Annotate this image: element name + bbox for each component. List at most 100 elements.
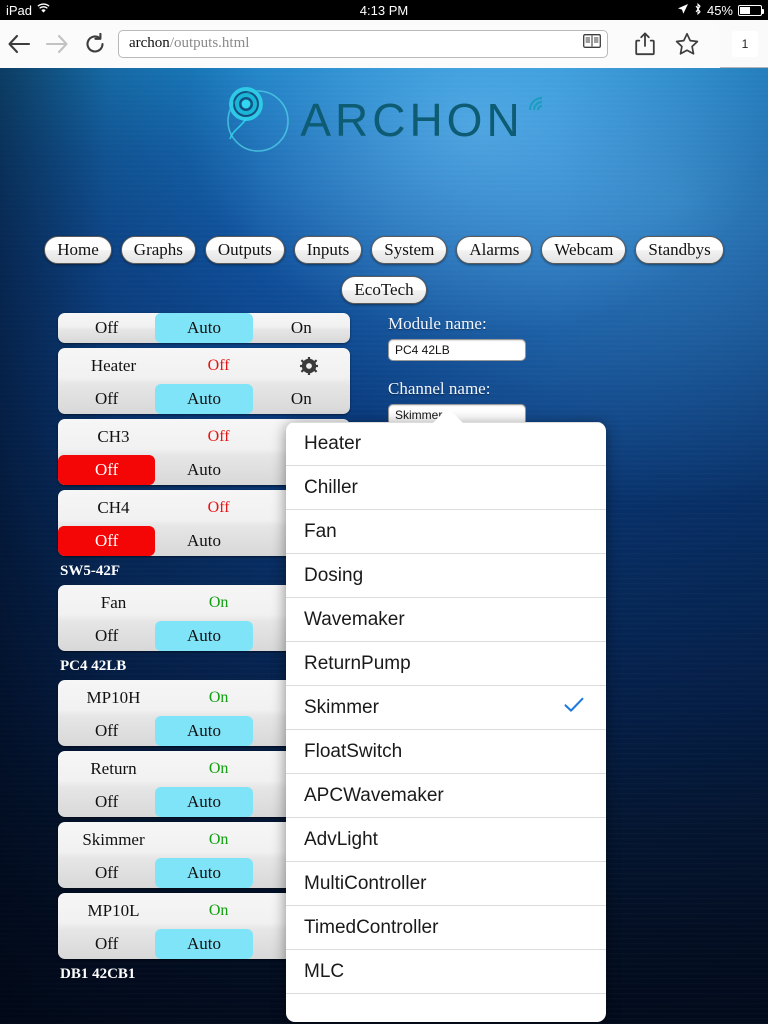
function-option-label: Wavemaker: [304, 608, 405, 630]
web-page-content: ARCHON Home Graphs Outputs Inputs System Alar…: [0, 68, 768, 1024]
bluetooth-icon: [694, 2, 702, 18]
output-mode-off-button[interactable]: Off: [58, 787, 155, 817]
address-bar[interactable]: archon/outputs.html: [118, 29, 608, 58]
module-name-input[interactable]: PC4 42LB: [388, 339, 526, 361]
output-name: CH3: [97, 427, 130, 446]
function-option-label: AdvLight: [304, 828, 378, 850]
output-status-text: Off: [207, 357, 230, 374]
output-mode-off-button[interactable]: Off: [58, 858, 155, 888]
output-name: CH4: [97, 498, 130, 517]
output-name: Fan: [100, 593, 127, 612]
star-icon[interactable]: [666, 24, 708, 64]
output-mode-off-button[interactable]: Off: [58, 621, 155, 651]
output-mode-off-button[interactable]: Off: [58, 716, 155, 746]
share-icon[interactable]: [624, 24, 666, 64]
site-logo-text: ARCHON: [300, 94, 524, 146]
forward-arrow-icon: [38, 25, 76, 63]
site-header: ARCHON: [0, 80, 768, 160]
function-option-advlight[interactable]: AdvLight: [286, 818, 606, 862]
function-option-label: TimedController: [304, 916, 439, 938]
back-arrow-icon[interactable]: [0, 25, 38, 63]
output-status-text: On: [208, 902, 229, 919]
nav-item-outputs[interactable]: Outputs: [204, 236, 285, 265]
output-mode-auto-button[interactable]: Auto: [155, 858, 253, 888]
function-option-label: Dosing: [304, 564, 364, 586]
function-option-label: Heater: [304, 433, 362, 454]
output-card: Off Auto On: [58, 313, 350, 343]
output-mode-auto-button[interactable]: Auto: [155, 455, 252, 485]
output-mode-off-button[interactable]: Off: [58, 384, 155, 414]
output-mode-auto-button[interactable]: Auto: [155, 787, 253, 817]
output-name: Return: [90, 759, 137, 778]
function-option-label: Skimmer: [304, 696, 379, 718]
output-status-text: On: [208, 831, 229, 848]
nav-item-system[interactable]: System: [371, 236, 448, 265]
output-mode-auto-button[interactable]: Auto: [155, 313, 253, 343]
nav-item-alarms[interactable]: Alarms: [456, 236, 533, 265]
output-name: Skimmer: [82, 830, 145, 849]
output-mode-off-button[interactable]: Off: [58, 929, 155, 959]
module-name-label: Module name:: [388, 314, 487, 333]
function-option-dosing[interactable]: Dosing: [286, 554, 606, 598]
gear-icon[interactable]: [268, 357, 350, 375]
output-mode-off-button[interactable]: Off: [58, 455, 156, 485]
function-option-fan[interactable]: Fan: [286, 510, 606, 554]
output-name: MP10L: [87, 901, 140, 920]
archon-logo-icon: [216, 81, 294, 159]
status-bar-right: 45%: [677, 2, 764, 18]
battery-percent-label: 45%: [706, 2, 733, 18]
output-mode-auto-button[interactable]: Auto: [155, 621, 253, 651]
nav-item-webcam[interactable]: Webcam: [541, 236, 627, 265]
function-option-returnpump[interactable]: ReturnPump: [286, 642, 606, 686]
function-options-popover: Heater Chiller Fan Dosing Wavemaker ReturnPum…: [286, 422, 606, 1022]
output-mode-off-button[interactable]: Off: [58, 313, 155, 343]
checkmark-icon: [564, 697, 584, 719]
nav-item-graphs[interactable]: Graphs: [120, 236, 196, 265]
function-option-mlc[interactable]: MLC: [286, 950, 606, 994]
function-option-label: APCWavemaker: [304, 784, 444, 806]
function-option-floatswitch[interactable]: FloatSwitch: [286, 730, 606, 774]
nav-item-ecotech[interactable]: EcoTech: [341, 276, 427, 305]
output-name: MP10H: [86, 688, 141, 707]
output-status-text: Off: [207, 428, 230, 445]
function-option-label: MLC: [304, 960, 345, 982]
reload-icon[interactable]: [76, 25, 114, 63]
nav-item-standbys[interactable]: Standbys: [635, 236, 724, 265]
output-mode-off-button[interactable]: Off: [58, 526, 156, 556]
output-mode-on-button[interactable]: On: [253, 384, 350, 414]
nav-item-home[interactable]: Home: [44, 236, 112, 265]
output-mode-segmented-control: OffAutoOn: [58, 313, 350, 343]
output-mode-auto-button[interactable]: Auto: [155, 526, 252, 556]
nav-item-inputs[interactable]: Inputs: [293, 236, 363, 265]
secondary-navigation: EcoTech: [0, 276, 768, 305]
location-arrow-icon: [677, 3, 689, 18]
output-card: Heater Off Off Auto On: [58, 348, 350, 414]
function-option-apcwavemaker[interactable]: APCWavemaker: [286, 774, 606, 818]
popover-arrow: [432, 408, 464, 424]
function-option-multicontroller[interactable]: MultiController: [286, 862, 606, 906]
reader-view-icon[interactable]: [583, 34, 601, 53]
output-mode-auto-button[interactable]: Auto: [155, 929, 253, 959]
output-card-header: Heater Off: [58, 348, 350, 384]
function-option-timedcontroller[interactable]: TimedController: [286, 906, 606, 950]
output-mode-auto-button[interactable]: Auto: [155, 384, 253, 414]
output-mode-segmented-control: OffAutoOn: [58, 384, 350, 414]
output-status-text: On: [208, 760, 229, 777]
output-status-text: On: [208, 594, 229, 611]
function-option-chiller[interactable]: Chiller: [286, 466, 606, 510]
output-mode-auto-button[interactable]: Auto: [155, 716, 253, 746]
url-path: /outputs.html: [169, 35, 250, 51]
tab-count-badge[interactable]: 1: [732, 30, 758, 57]
function-option-wavemaker[interactable]: Wavemaker: [286, 598, 606, 642]
output-name: Heater: [90, 356, 137, 375]
wifi-signal-logo-icon: [526, 88, 552, 119]
output-mode-on-button[interactable]: On: [253, 313, 350, 343]
function-option-label: Chiller: [304, 476, 358, 498]
function-option-label: FloatSwitch: [304, 740, 403, 762]
output-status-text: On: [208, 689, 229, 706]
function-option-label: Fan: [304, 520, 337, 542]
ios-status-bar: iPad 4:13 PM 45%: [0, 0, 768, 20]
function-option-heater[interactable]: Heater: [286, 422, 606, 466]
function-option-skimmer[interactable]: Skimmer: [286, 686, 606, 730]
output-status-text: Off: [207, 499, 230, 516]
